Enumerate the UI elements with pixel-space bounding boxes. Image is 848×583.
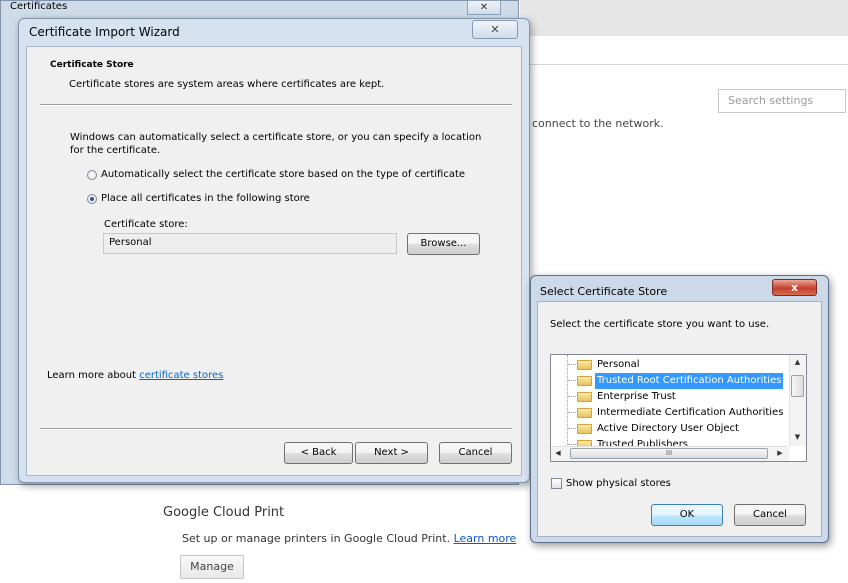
tree-item-label: Enterprise Trust bbox=[597, 391, 676, 402]
browser-toolbar bbox=[520, 0, 848, 37]
tree-item-label: Personal bbox=[597, 359, 640, 370]
certificate-stores-link[interactable]: certificate stores bbox=[139, 370, 223, 381]
tree-branch-line bbox=[568, 444, 576, 445]
tree-item[interactable]: Personal bbox=[551, 357, 791, 373]
scroll-left-icon[interactable]: ◀ bbox=[553, 449, 563, 457]
show-physical-stores-checkbox[interactable] bbox=[551, 478, 562, 489]
browser-address-strip bbox=[520, 36, 848, 65]
folder-icon bbox=[577, 408, 592, 418]
cloud-print-title: Google Cloud Print bbox=[163, 505, 285, 520]
wizard-title: Certificate Import Wizard bbox=[29, 25, 180, 39]
folder-icon bbox=[577, 376, 592, 386]
footer-divider bbox=[40, 428, 512, 430]
close-icon: x bbox=[790, 281, 799, 294]
tree-item[interactable]: Enterprise Trust bbox=[551, 389, 791, 405]
wizard-header-title: Certificate Store bbox=[50, 60, 134, 70]
cloud-print-text: Set up or manage printers in Google Clou… bbox=[182, 532, 451, 545]
tree-item-label: Trusted Root Certification Authorities bbox=[595, 373, 784, 389]
ok-button[interactable]: OK bbox=[651, 504, 723, 526]
vertical-scroll-thumb[interactable] bbox=[791, 375, 804, 397]
wizard-cancel-button[interactable]: Cancel bbox=[439, 442, 512, 464]
wizard-header-subtitle: Certificate stores are system areas wher… bbox=[69, 79, 385, 90]
select-store-close-button[interactable]: x bbox=[772, 279, 817, 296]
tree-item[interactable]: Active Directory User Object bbox=[551, 421, 791, 437]
learn-more-text: Learn more about certificate stores bbox=[47, 370, 223, 381]
tree-item-label: Intermediate Certification Authorities bbox=[597, 407, 784, 418]
next-button[interactable]: Next > bbox=[355, 442, 428, 464]
tree-item-label: Active Directory User Object bbox=[597, 423, 739, 434]
back-button[interactable]: < Back bbox=[284, 442, 353, 464]
learn-more-prefix: Learn more about bbox=[47, 370, 140, 381]
select-store-title: Select Certificate Store bbox=[540, 285, 668, 298]
folder-icon bbox=[577, 392, 592, 402]
scroll-down-icon[interactable]: ▼ bbox=[791, 433, 804, 441]
horizontal-scroll-thumb[interactable]: III bbox=[570, 448, 768, 459]
cloud-print-description: Set up or manage printers in Google Clou… bbox=[182, 532, 516, 545]
tree-branch-line bbox=[568, 428, 576, 429]
tree-item[interactable]: Intermediate Certification Authorities bbox=[551, 405, 791, 421]
close-icon: ✕ bbox=[479, 2, 489, 13]
tree-branch-line bbox=[568, 412, 576, 413]
wizard-close-button[interactable]: ✕ bbox=[472, 20, 518, 39]
tree-branch-line bbox=[568, 364, 576, 365]
browse-button[interactable]: Browse... bbox=[407, 233, 480, 255]
tree-branch-line bbox=[568, 380, 576, 381]
select-store-prompt: Select the certificate store you want to… bbox=[550, 319, 770, 330]
wizard-body bbox=[26, 46, 522, 476]
tree-item-selected[interactable]: Trusted Root Certification Authorities bbox=[551, 373, 791, 389]
radio-auto-select[interactable] bbox=[87, 170, 97, 180]
radio-place-in-store[interactable] bbox=[87, 194, 97, 204]
scroll-right-icon[interactable]: ▶ bbox=[775, 449, 785, 457]
select-store-cancel-button[interactable]: Cancel bbox=[734, 504, 806, 526]
scroll-up-icon[interactable]: ▲ bbox=[791, 358, 804, 366]
certificates-window-title: Certificates bbox=[10, 1, 68, 12]
radio-place-in-store-label[interactable]: Place all certificates in the following … bbox=[101, 193, 310, 204]
network-text: connect to the network. bbox=[532, 117, 664, 130]
search-settings-input[interactable]: Search settings bbox=[718, 89, 846, 113]
certificate-store-label: Certificate store: bbox=[104, 219, 188, 230]
manage-button[interactable]: Manage bbox=[180, 555, 244, 579]
show-physical-stores-label[interactable]: Show physical stores bbox=[566, 478, 671, 489]
certificate-store-field: Personal bbox=[103, 233, 397, 254]
folder-icon bbox=[577, 424, 592, 434]
radio-auto-select-label[interactable]: Automatically select the certificate sto… bbox=[101, 169, 465, 180]
cloud-print-learn-more-link[interactable]: Learn more bbox=[454, 532, 517, 545]
header-divider bbox=[40, 104, 512, 106]
tree-branch-line bbox=[568, 396, 576, 397]
close-icon: ✕ bbox=[490, 23, 500, 36]
wizard-description: Windows can automatically select a certi… bbox=[70, 132, 482, 156]
folder-icon bbox=[577, 360, 592, 370]
certificates-close-button[interactable]: ✕ bbox=[467, 0, 501, 15]
